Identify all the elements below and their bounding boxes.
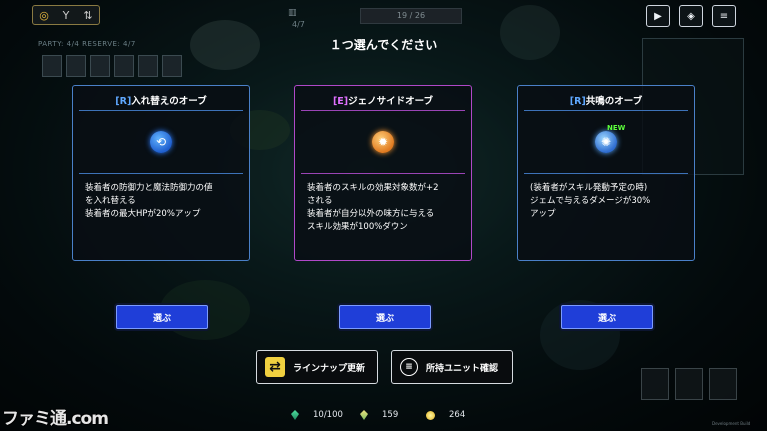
orb-name: 共鳴のオーブ bbox=[585, 96, 643, 107]
selection-prompt: １つ選んでください bbox=[329, 38, 438, 52]
rank-label: [R] bbox=[115, 96, 132, 107]
gem-icon bbox=[360, 410, 368, 420]
genocide-orb-icon: ✹ bbox=[372, 131, 394, 153]
version-label: Development Build bbox=[712, 421, 751, 426]
ring-tab-icon[interactable]: ◎ bbox=[33, 6, 55, 24]
progress-bar: 19 / 26 bbox=[360, 8, 462, 24]
hud-tab-bar: ◎ Ү ⇅ bbox=[32, 5, 100, 25]
unit-count: 10/100 bbox=[313, 410, 343, 420]
gem-stat: 159 bbox=[360, 410, 398, 420]
gold-stat: 264 bbox=[426, 410, 465, 420]
orb-card-resonance[interactable]: [R]共鳴のオーブ ✺ NEW (装着者がスキル発動予定の時) ジェムで与えるダ… bbox=[517, 85, 695, 261]
refresh-lineup-label: ラインナップ更新 bbox=[293, 363, 366, 374]
orb-card-genocide[interactable]: [E]ジェノサイドオーブ ✹ 装着者のスキルの効果対象数が+2 される 装着者が… bbox=[294, 85, 472, 261]
coin-icon bbox=[426, 410, 435, 420]
rank-label: [E] bbox=[332, 96, 349, 107]
divider bbox=[301, 173, 465, 174]
orb-card-swap[interactable]: [R]入れ替えのオーブ ⟲ 装着者の防御力と魔法防御力の値 を入れ替える 装着者… bbox=[72, 85, 250, 261]
party-unit-slot[interactable] bbox=[90, 55, 110, 77]
item-slot[interactable] bbox=[675, 368, 703, 400]
divider bbox=[301, 110, 465, 111]
unit-count-stat: 10/100 bbox=[291, 410, 343, 420]
orb-description: 装着者の防御力と魔法防御力の値 を入れ替える 装着者の最大HPが20%アップ bbox=[85, 183, 213, 219]
list-icon: ≡ bbox=[400, 358, 418, 376]
party-unit-slot[interactable] bbox=[42, 55, 62, 77]
orb-name: 入れ替えのオーブ bbox=[131, 96, 207, 107]
map-count: 4/7 bbox=[292, 20, 305, 29]
check-units-button[interactable]: ≡ 所持ユニット確認 bbox=[391, 350, 513, 384]
item-slot[interactable] bbox=[641, 368, 669, 400]
refresh-icon: ⇄ bbox=[265, 357, 285, 377]
check-units-label: 所持ユニット確認 bbox=[426, 363, 499, 374]
party-unit-slot[interactable] bbox=[114, 55, 134, 77]
refresh-lineup-button[interactable]: ⇄ ラインナップ更新 bbox=[256, 350, 378, 384]
party-unit-slot[interactable] bbox=[66, 55, 86, 77]
divider bbox=[79, 110, 243, 111]
necklace-tab-icon[interactable]: Ү bbox=[55, 6, 77, 24]
unit-gem-icon bbox=[291, 410, 299, 420]
sort-tab-icon[interactable]: ⇅ bbox=[77, 6, 99, 24]
party-unit-list bbox=[42, 55, 182, 77]
card-title: [E]ジェノサイドオーブ bbox=[295, 93, 471, 107]
menu-button[interactable]: ≡ bbox=[712, 5, 736, 27]
rank-label: [R] bbox=[569, 96, 586, 107]
select-button-genocide[interactable]: 選ぶ bbox=[339, 305, 431, 329]
party-unit-slot[interactable] bbox=[138, 55, 158, 77]
orb-description: (装着者がスキル発動予定の時) ジェムで与えるダメージが30% アップ bbox=[530, 183, 651, 219]
new-badge: NEW bbox=[607, 124, 626, 132]
watermark-logo: ファミ通.com bbox=[2, 409, 109, 429]
divider bbox=[524, 110, 688, 111]
map-icon: ▥ bbox=[288, 8, 297, 18]
gem-count: 159 bbox=[382, 410, 399, 420]
swap-orb-icon: ⟲ bbox=[150, 131, 172, 153]
card-title: [R]入れ替えのオーブ bbox=[73, 93, 249, 107]
orb-name: ジェノサイドオーブ bbox=[348, 96, 434, 107]
select-button-swap[interactable]: 選ぶ bbox=[116, 305, 208, 329]
resonance-orb-icon: ✺ bbox=[595, 131, 617, 153]
divider bbox=[79, 173, 243, 174]
play-button[interactable]: ▶ bbox=[646, 5, 670, 27]
orb-description: 装着者のスキルの効果対象数が+2 される 装着者が自分以外の味方に与える スキル… bbox=[307, 183, 439, 232]
select-button-resonance[interactable]: 選ぶ bbox=[561, 305, 653, 329]
party-unit-slot[interactable] bbox=[162, 55, 182, 77]
gold-count: 264 bbox=[449, 410, 466, 420]
location-button[interactable]: ◈ bbox=[679, 5, 703, 27]
item-slot[interactable] bbox=[709, 368, 737, 400]
divider bbox=[524, 173, 688, 174]
card-title: [R]共鳴のオーブ bbox=[518, 93, 694, 107]
